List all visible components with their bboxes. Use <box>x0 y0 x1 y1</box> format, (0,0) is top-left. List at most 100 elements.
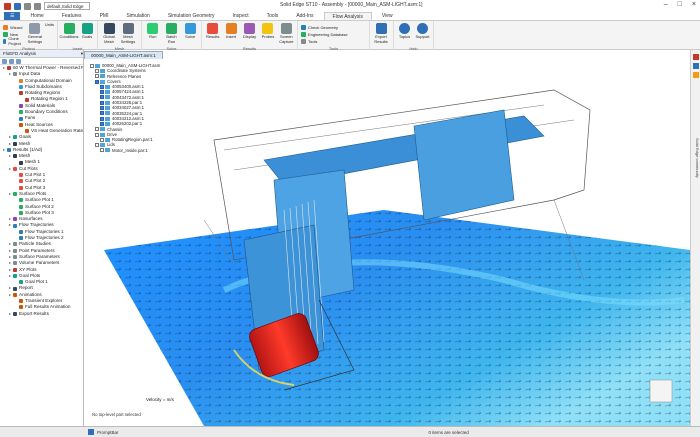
export-results-button[interactable]: Export Results <box>373 23 389 44</box>
support-button[interactable]: Support <box>415 23 430 40</box>
flow-simulation-view <box>104 89 690 426</box>
graphics-viewport[interactable]: 00000_Main_ASM-LIGHT.asm:1 00000_Main_AS… <box>84 50 690 426</box>
tree-node-icon <box>19 78 23 83</box>
pathfinder-item[interactable]: RotatingRegion.par:1 <box>90 137 161 143</box>
window-controls: – □ × <box>664 1 696 8</box>
group-export: Export Results <box>370 21 394 51</box>
window-title: Solid Edge ST10 - Assembly - [00000_Main… <box>280 2 423 8</box>
visibility-checkbox[interactable] <box>90 63 94 68</box>
visibility-checkbox[interactable] <box>100 111 104 116</box>
conditions-button[interactable]: Conditions <box>60 23 78 40</box>
legend-label: Velocity = m/s <box>146 397 174 402</box>
topics-button[interactable]: Topics <box>397 23 412 40</box>
tab-flow-analysis[interactable]: Flow Analysis <box>323 12 372 20</box>
tree-item[interactable]: ▸ Export Results <box>0 311 83 317</box>
clone-project-button[interactable]: Clone Project <box>3 36 25 46</box>
general-settings-button[interactable]: General Settings <box>28 23 42 44</box>
prompt-bar-label[interactable]: PromptBar <box>97 430 119 435</box>
tree-tool-icon[interactable] <box>2 58 7 64</box>
minimize-icon[interactable]: – <box>664 1 668 8</box>
tab-inspect[interactable]: Inspect <box>225 12 257 20</box>
tree-node-icon <box>19 179 23 184</box>
units-button[interactable]: Units <box>45 22 54 28</box>
tools-icon <box>301 38 306 44</box>
visibility-checkbox[interactable] <box>100 100 104 105</box>
run-button[interactable]: Run <box>145 23 161 40</box>
info-icon[interactable] <box>692 63 699 69</box>
part-icon <box>100 68 105 73</box>
visibility-checkbox[interactable] <box>95 74 99 79</box>
tab-view[interactable]: View <box>374 12 401 20</box>
ribbon: Wizard New Clone Project General Setting… <box>0 20 700 51</box>
visibility-checkbox[interactable] <box>100 121 104 126</box>
visibility-checkbox[interactable] <box>100 106 104 111</box>
visibility-checkbox[interactable] <box>100 116 104 121</box>
view-cube[interactable] <box>649 379 673 403</box>
tab-tools[interactable]: Tools <box>259 12 287 20</box>
document-combo[interactable]: default,Solid Edge <box>44 2 90 10</box>
visibility-checkbox[interactable] <box>100 84 104 89</box>
probes-button[interactable]: Probes <box>260 23 275 40</box>
visibility-checkbox[interactable] <box>100 148 104 153</box>
database-icon <box>301 31 306 37</box>
visibility-checkbox[interactable] <box>100 95 104 100</box>
engineering-database-button[interactable]: Engineering Database <box>301 31 348 37</box>
app-logo-icon[interactable] <box>4 2 11 10</box>
visibility-checkbox[interactable] <box>95 143 99 148</box>
visibility-checkbox[interactable] <box>100 137 104 142</box>
results-button[interactable]: Results <box>205 23 220 40</box>
part-icon <box>105 148 110 153</box>
tab-pmi[interactable]: PMI <box>92 12 117 20</box>
display-icon <box>244 23 256 34</box>
tab-simulation[interactable]: Simulation <box>118 12 157 20</box>
save-icon[interactable] <box>14 2 21 10</box>
run-icon <box>147 23 159 34</box>
close-icon[interactable]: × <box>692 1 696 8</box>
visibility-checkbox[interactable] <box>100 90 104 95</box>
visibility-checkbox[interactable] <box>95 79 99 84</box>
tree-node-icon <box>19 280 23 285</box>
display-button[interactable]: Display <box>242 23 257 40</box>
document-tab[interactable]: 00000_Main_ASM-LIGHT.asm:1 <box>84 51 163 59</box>
insert-button[interactable]: Insert <box>223 23 238 40</box>
title-bar: default,Solid Edge Solid Edge ST10 - Ass… <box>0 0 700 12</box>
tab-home[interactable]: Home <box>22 12 51 20</box>
tree-node-icon <box>13 248 17 253</box>
tab-add-ins[interactable]: Add-Ins <box>288 12 321 20</box>
pin-icon[interactable]: ▾ <box>81 50 83 57</box>
part-icon <box>105 116 110 121</box>
wizard-button[interactable]: Wizard <box>3 24 25 30</box>
solid-edge-community-icon[interactable] <box>692 54 699 60</box>
global-mesh-button[interactable]: Global Mesh <box>101 23 117 44</box>
screen-capture-button[interactable]: Screen Capture <box>279 23 294 44</box>
redo-icon[interactable] <box>34 2 41 10</box>
visibility-checkbox[interactable] <box>95 132 99 137</box>
check-geometry-button[interactable]: Check Geometry <box>301 24 348 30</box>
mesh-settings-button[interactable]: Mesh Settings <box>120 23 136 44</box>
application-button[interactable]: ☰ <box>4 12 21 20</box>
solve-button[interactable]: Solve <box>182 23 198 40</box>
goals-button[interactable]: Goals <box>80 23 94 40</box>
tree-node-icon <box>13 223 17 228</box>
tree-node-icon <box>13 154 17 159</box>
undo-icon[interactable] <box>24 2 31 10</box>
library-icon[interactable] <box>692 72 699 78</box>
tree-tool-icon[interactable] <box>9 58 14 64</box>
ribbon-tabs: ☰ Home Features PMI Simulation Simulatio… <box>0 12 700 20</box>
batch-run-button[interactable]: Batch Run <box>164 23 180 44</box>
panel-title: FloEFD Analysis ▾ <box>0 50 83 58</box>
tools-button[interactable]: Tools <box>301 38 348 44</box>
tree-node-icon <box>19 305 23 310</box>
part-icon <box>105 137 110 142</box>
maximize-icon[interactable]: □ <box>678 1 682 8</box>
tab-simulation-geometry[interactable]: Simulation Geometry <box>160 12 223 20</box>
visibility-checkbox[interactable] <box>95 127 99 132</box>
tree-node-icon <box>13 166 17 171</box>
visibility-checkbox[interactable] <box>95 68 99 73</box>
part-icon <box>95 63 100 68</box>
prompt-bar-icon[interactable] <box>88 429 94 435</box>
mesh-icon <box>103 23 115 34</box>
pathfinder-item[interactable]: Motor_Inside.par:1 <box>90 147 161 154</box>
tree-tool-icon[interactable] <box>16 58 21 64</box>
tab-features[interactable]: Features <box>54 12 90 20</box>
